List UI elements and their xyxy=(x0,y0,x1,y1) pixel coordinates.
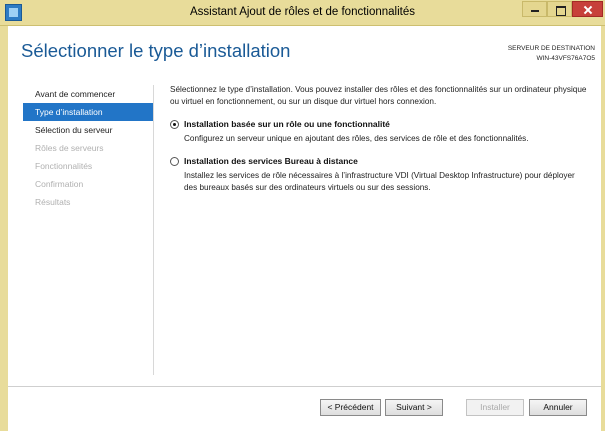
destination-server-name: WIN-43VFS76A7O5 xyxy=(536,55,595,62)
next-button[interactable]: Suivant > xyxy=(385,399,443,416)
sidebar-item-fonctionnalites: Fonctionnalités xyxy=(35,161,93,171)
minimize-icon[interactable] xyxy=(522,1,547,17)
option-remote-desktop-title[interactable]: Installation des services Bureau à dista… xyxy=(184,156,590,167)
cancel-button[interactable]: Annuler xyxy=(529,399,587,416)
window-frame-right xyxy=(601,26,605,431)
sidebar-item-resultats: Résultats xyxy=(35,197,71,207)
destination-server-label: SERVEUR DE DESTINATION xyxy=(507,45,595,52)
sidebar-item-confirmation: Confirmation xyxy=(35,179,84,189)
intro-text: Sélectionnez le type d’installation. Vou… xyxy=(170,85,587,106)
page-title: Sélectionner le type d’installation xyxy=(21,40,291,61)
option-role-based-title[interactable]: Installation basée sur un rôle ou une fo… xyxy=(184,119,590,130)
sidebar-item-selection-serveur[interactable]: Sélection du serveur xyxy=(23,121,153,139)
window-frame-left xyxy=(0,26,8,431)
close-icon[interactable] xyxy=(572,1,603,17)
wizard-steps-sidebar: Avant de commencer Type d’installation S… xyxy=(23,85,153,211)
sidebar-item-type-installation[interactable]: Type d’installation xyxy=(23,103,153,121)
window-title: Assistant Ajout de rôles et de fonctionn… xyxy=(189,6,416,18)
previous-button[interactable]: < Précédent xyxy=(320,399,381,416)
option-remote-desktop[interactable]: Installation des services Bureau à dista… xyxy=(170,156,590,194)
option-role-based-description: Configurez un serveur unique en ajoutant… xyxy=(184,134,529,143)
sidebar-divider xyxy=(153,85,154,375)
sidebar-item-roles-serveurs: Rôles de serveurs xyxy=(35,143,104,153)
title-bar[interactable]: Assistant Ajout de rôles et de fonctionn… xyxy=(0,0,605,26)
option-role-based[interactable]: Installation basée sur un rôle ou une fo… xyxy=(170,119,590,145)
sidebar-item-avant-de-commencer[interactable]: Avant de commencer xyxy=(23,85,153,103)
maximize-icon[interactable] xyxy=(547,1,572,17)
radio-role-based[interactable] xyxy=(170,120,179,129)
main-content: Sélectionnez le type d’installation. Vou… xyxy=(170,84,590,194)
install-button: Installer xyxy=(466,399,524,416)
footer-divider xyxy=(8,386,601,387)
option-remote-desktop-description: Installez les services de rôle nécessair… xyxy=(184,171,575,192)
radio-remote-desktop[interactable] xyxy=(170,157,179,166)
